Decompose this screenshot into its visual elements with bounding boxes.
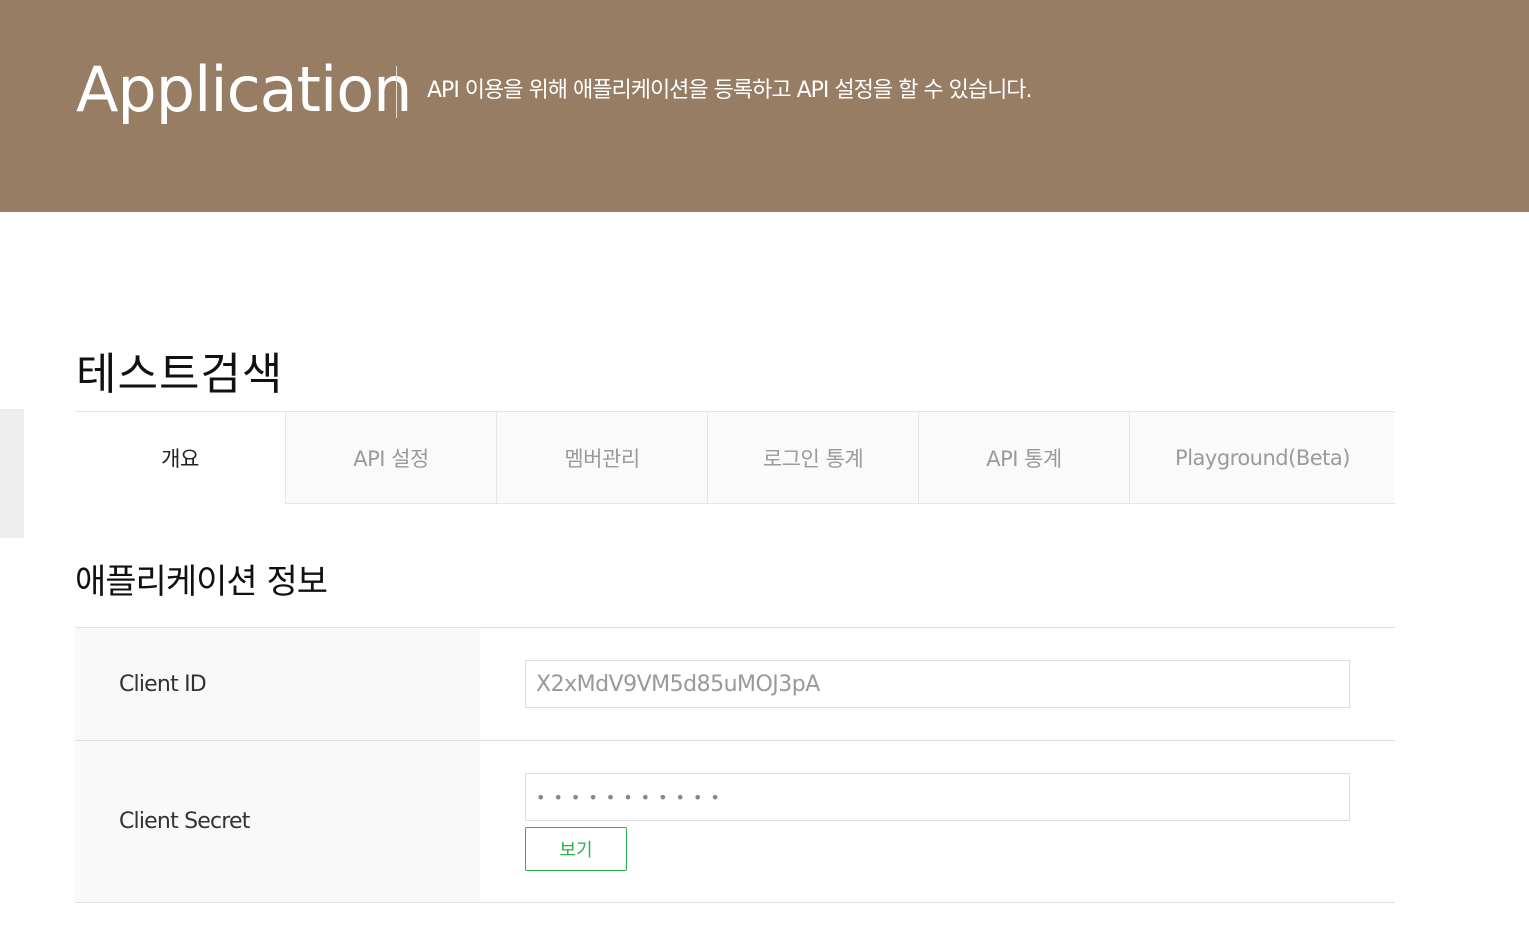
tab-playground[interactable]: Playground(Beta) [1129,412,1395,504]
client-id-value-cell: X2xMdV9VM5d85uMOJ3pA [480,628,1395,740]
tab-member-management[interactable]: 멤버관리 [496,412,707,504]
application-name: 테스트검색 [76,349,284,400]
client-secret-field[interactable]: ••••••••••• [525,773,1350,821]
client-secret-row: Client Secret ••••••••••• 보기 [75,741,1395,903]
client-id-row: Client ID X2xMdV9VM5d85uMOJ3pA [75,628,1395,741]
left-side-strip [0,409,24,538]
application-info-table: Client ID X2xMdV9VM5d85uMOJ3pA Client Se… [75,627,1395,903]
tab-api-stats[interactable]: API 통계 [918,412,1129,504]
client-id-field[interactable]: X2xMdV9VM5d85uMOJ3pA [525,660,1350,708]
tab-bar: 개요 API 설정 멤버관리 로그인 통계 API 통계 Playground(… [75,411,1395,504]
header-divider [396,66,397,118]
client-secret-value-cell: ••••••••••• 보기 [480,741,1395,902]
tab-login-stats[interactable]: 로그인 통계 [707,412,918,504]
view-secret-button[interactable]: 보기 [525,827,627,871]
header-description: API 이용을 위해 애플리케이션을 등록하고 API 설정을 할 수 있습니다… [427,78,1033,103]
section-title: 애플리케이션 정보 [75,562,328,602]
tab-overview[interactable]: 개요 [75,412,285,504]
tab-api-settings[interactable]: API 설정 [285,412,496,504]
client-id-label: Client ID [75,628,480,740]
client-secret-label: Client Secret [75,741,480,902]
page-header: Application API 이용을 위해 애플리케이션을 등록하고 API … [0,0,1529,212]
header-title: Application [76,53,412,126]
